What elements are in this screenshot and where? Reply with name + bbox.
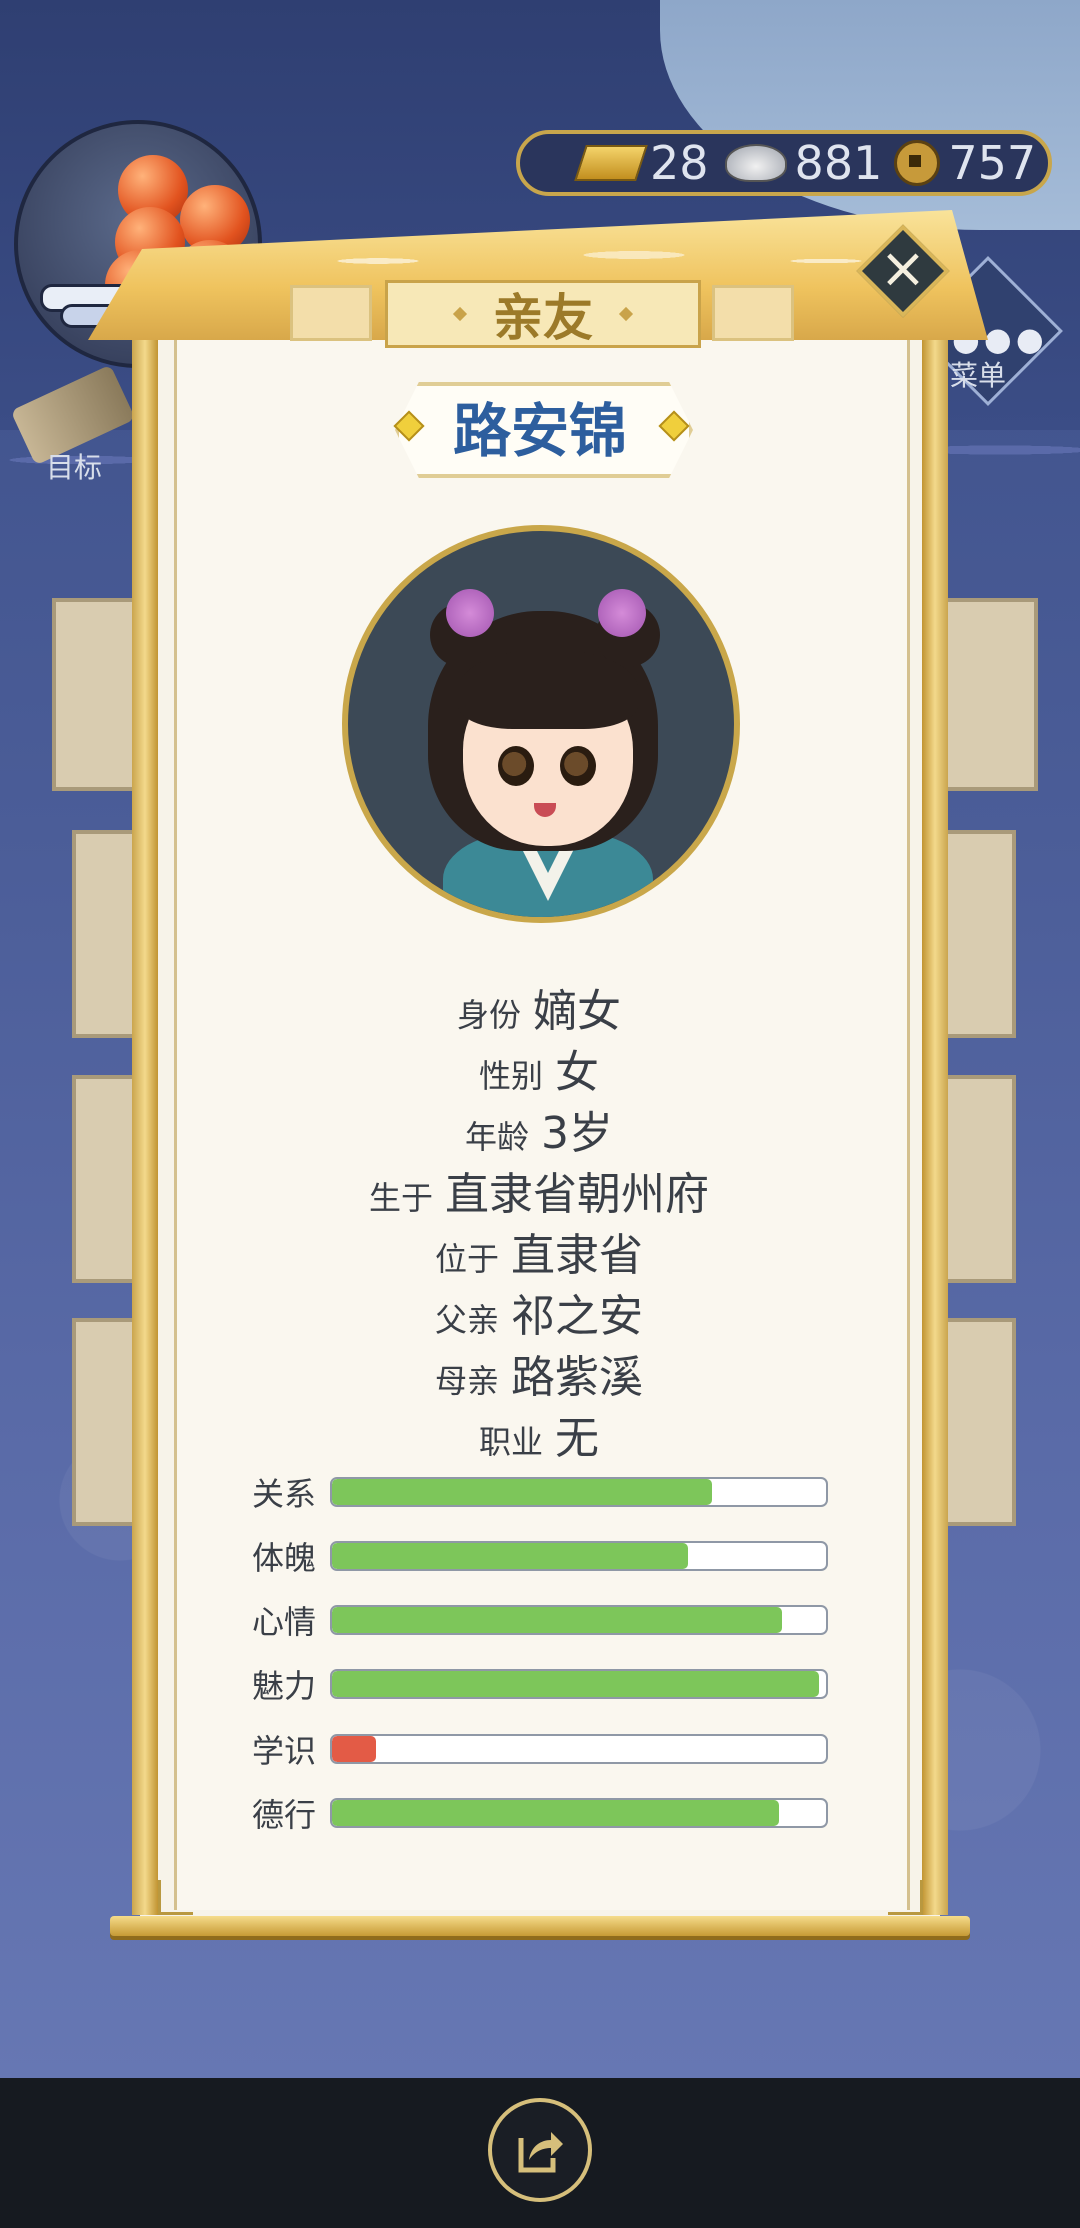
portrait-bangs bbox=[458, 649, 638, 729]
info-row: 性别 女 bbox=[174, 1036, 904, 1098]
silver-ingot-icon bbox=[724, 144, 787, 182]
title-ornament bbox=[618, 306, 634, 322]
share-icon[interactable] bbox=[513, 2124, 567, 2178]
corner-ornament bbox=[158, 1880, 193, 1915]
scroll-rod-left bbox=[132, 320, 158, 1915]
menu-label[interactable]: 菜单 bbox=[950, 354, 1006, 394]
info-row: 母亲 路紫溪 bbox=[174, 1341, 904, 1403]
info-row: 年龄 3岁 bbox=[174, 1097, 904, 1159]
info-label: 生于 bbox=[368, 1179, 433, 1217]
stat-bar-fill bbox=[332, 1543, 688, 1569]
title-ornament bbox=[452, 306, 468, 322]
background-card bbox=[940, 1318, 1016, 1526]
info-row: 生于 直隶省朝州府 bbox=[174, 1158, 904, 1220]
stat-relationship: 关系 bbox=[252, 1475, 832, 1513]
character-info: 身份 嫡女 性别 女 年龄 3岁 生于 直隶省朝州府 位于 直隶省 父亲 祁之安… bbox=[174, 975, 904, 1464]
info-label: 职业 bbox=[478, 1423, 543, 1461]
character-portrait bbox=[342, 525, 740, 923]
copper-coin-icon bbox=[894, 140, 941, 186]
character-name: 路安锦 bbox=[452, 397, 627, 465]
corner-ornament bbox=[888, 1880, 923, 1915]
target-label[interactable]: 目标 bbox=[46, 446, 102, 486]
header-side-plaque bbox=[712, 285, 794, 341]
info-row: 职业 无 bbox=[174, 1402, 904, 1464]
stat-bar bbox=[330, 1669, 828, 1699]
info-label: 年龄 bbox=[464, 1118, 529, 1156]
background-card bbox=[940, 830, 1016, 1038]
popup-title-text: 亲友 bbox=[493, 288, 593, 347]
info-value: 女 bbox=[555, 1047, 599, 1098]
stat-mood: 心情 bbox=[252, 1603, 832, 1641]
stat-bar bbox=[330, 1541, 828, 1571]
header-side-plaque bbox=[290, 285, 372, 341]
stat-bar bbox=[330, 1605, 828, 1635]
info-value: 3岁 bbox=[541, 1108, 613, 1159]
close-icon[interactable]: × bbox=[870, 238, 936, 304]
info-value: 直隶省 bbox=[511, 1230, 643, 1281]
stat-bar-fill bbox=[332, 1607, 782, 1633]
stat-bar-fill bbox=[332, 1800, 780, 1826]
coin-count: 757 bbox=[948, 136, 1037, 190]
stat-virtue: 德行 bbox=[252, 1796, 832, 1834]
scroll-rod-bottom bbox=[110, 1916, 970, 1936]
scroll-rod-right bbox=[922, 320, 948, 1915]
portrait-flower bbox=[598, 589, 646, 637]
stat-bar-fill bbox=[332, 1671, 819, 1697]
portrait-eye bbox=[560, 746, 596, 786]
silver-count: 881 bbox=[794, 136, 883, 190]
background-card bbox=[940, 1075, 1016, 1283]
info-row: 父亲 祁之安 bbox=[174, 1280, 904, 1342]
info-value: 祁之安 bbox=[511, 1291, 643, 1342]
background-card bbox=[940, 598, 1038, 791]
info-value: 无 bbox=[555, 1413, 599, 1464]
stat-label: 魅力 bbox=[252, 1667, 317, 1705]
stat-label: 心情 bbox=[252, 1603, 317, 1641]
info-label: 母亲 bbox=[434, 1362, 499, 1400]
stat-label: 体魄 bbox=[252, 1539, 317, 1577]
info-label: 性别 bbox=[478, 1057, 543, 1095]
popup-title: 亲友 bbox=[385, 280, 701, 348]
info-value: 嫡女 bbox=[533, 986, 621, 1037]
gold-ingot-icon bbox=[574, 145, 648, 181]
stat-bar bbox=[330, 1798, 828, 1828]
info-value: 直隶省朝州府 bbox=[445, 1169, 709, 1220]
gold-count: 28 bbox=[650, 136, 709, 190]
info-label: 父亲 bbox=[434, 1301, 499, 1339]
info-label: 身份 bbox=[456, 996, 521, 1034]
stat-bar bbox=[330, 1734, 828, 1764]
stat-label: 学识 bbox=[252, 1732, 317, 1770]
currency-bar: 28 881 757 bbox=[516, 130, 1052, 196]
stat-bar-fill bbox=[332, 1479, 713, 1505]
portrait-flower bbox=[446, 589, 494, 637]
stat-physique: 体魄 bbox=[252, 1539, 832, 1577]
info-row: 身份 嫡女 bbox=[174, 975, 904, 1037]
stat-label: 德行 bbox=[252, 1796, 317, 1834]
info-value: 路紫溪 bbox=[511, 1352, 643, 1403]
header-cloud-pattern bbox=[250, 225, 890, 285]
stat-bar bbox=[330, 1477, 828, 1507]
stat-bar-fill bbox=[332, 1736, 377, 1762]
info-label: 位于 bbox=[434, 1240, 499, 1278]
stat-knowledge: 学识 bbox=[252, 1732, 832, 1770]
stat-label: 关系 bbox=[252, 1475, 317, 1513]
portrait-eye bbox=[498, 746, 534, 786]
stat-charm: 魅力 bbox=[252, 1667, 832, 1705]
info-row: 位于 直隶省 bbox=[174, 1219, 904, 1281]
